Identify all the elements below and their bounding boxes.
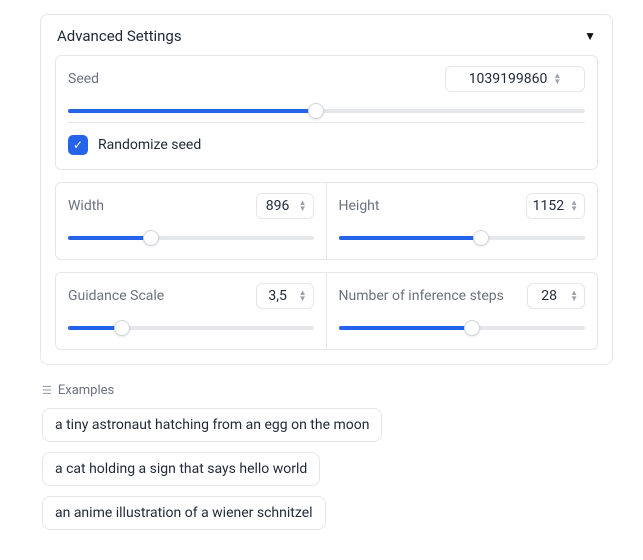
guidance-label: Guidance Scale [68,288,164,304]
stepper-icon[interactable]: ▲▼ [570,200,578,212]
guidance-slider[interactable] [68,321,314,335]
height-slider[interactable] [339,231,586,245]
examples-title: Examples [58,383,114,398]
width-label: Width [68,198,104,214]
list-icon: ☰ [42,384,52,397]
steps-label: Number of inference steps [339,288,504,304]
steps-value: 28 [534,288,564,304]
seed-value: 1039199860 [469,71,548,87]
collapse-icon[interactable]: ▼ [584,29,596,43]
example-chip[interactable]: a tiny astronaut hatching from an egg on… [42,408,382,442]
example-chip[interactable]: an anime illustration of a wiener schnit… [42,496,326,530]
randomize-label: Randomize seed [98,137,201,153]
randomize-checkbox[interactable]: ✓ [68,135,88,155]
stepper-icon[interactable]: ▲▼ [553,73,561,85]
width-input[interactable]: 896 ▲▼ [256,193,314,219]
seed-slider[interactable] [68,104,585,118]
examples-header: ☰ Examples [42,383,613,398]
panel-title: Advanced Settings [57,27,182,45]
seed-section: Seed 1039199860 ▲▼ ✓ Randomize seed [55,55,598,170]
stepper-icon[interactable]: ▲▼ [570,290,578,302]
example-chip[interactable]: a cat holding a sign that says hello wor… [42,452,320,486]
dimensions-section: Width 896 ▲▼ Height 1152 ▲▼ [55,182,598,260]
panel-header[interactable]: Advanced Settings ▼ [55,27,598,45]
height-label: Height [339,198,380,214]
seed-input[interactable]: 1039199860 ▲▼ [445,66,585,92]
height-value: 1152 [533,198,564,214]
advanced-settings-panel: Advanced Settings ▼ Seed 1039199860 ▲▼ ✓… [40,14,613,365]
inference-section: Guidance Scale 3,5 ▲▼ Number of inferenc… [55,272,598,350]
stepper-icon[interactable]: ▲▼ [299,200,307,212]
steps-slider[interactable] [339,321,586,335]
height-input[interactable]: 1152 ▲▼ [526,193,585,219]
width-slider[interactable] [68,231,314,245]
seed-label: Seed [68,71,99,87]
guidance-input[interactable]: 3,5 ▲▼ [256,283,314,309]
randomize-row: ✓ Randomize seed [68,122,585,155]
guidance-value: 3,5 [263,288,293,304]
width-value: 896 [263,198,293,214]
stepper-icon[interactable]: ▲▼ [299,290,307,302]
examples-section: ☰ Examples a tiny astronaut hatching fro… [40,383,613,540]
steps-input[interactable]: 28 ▲▼ [527,283,585,309]
